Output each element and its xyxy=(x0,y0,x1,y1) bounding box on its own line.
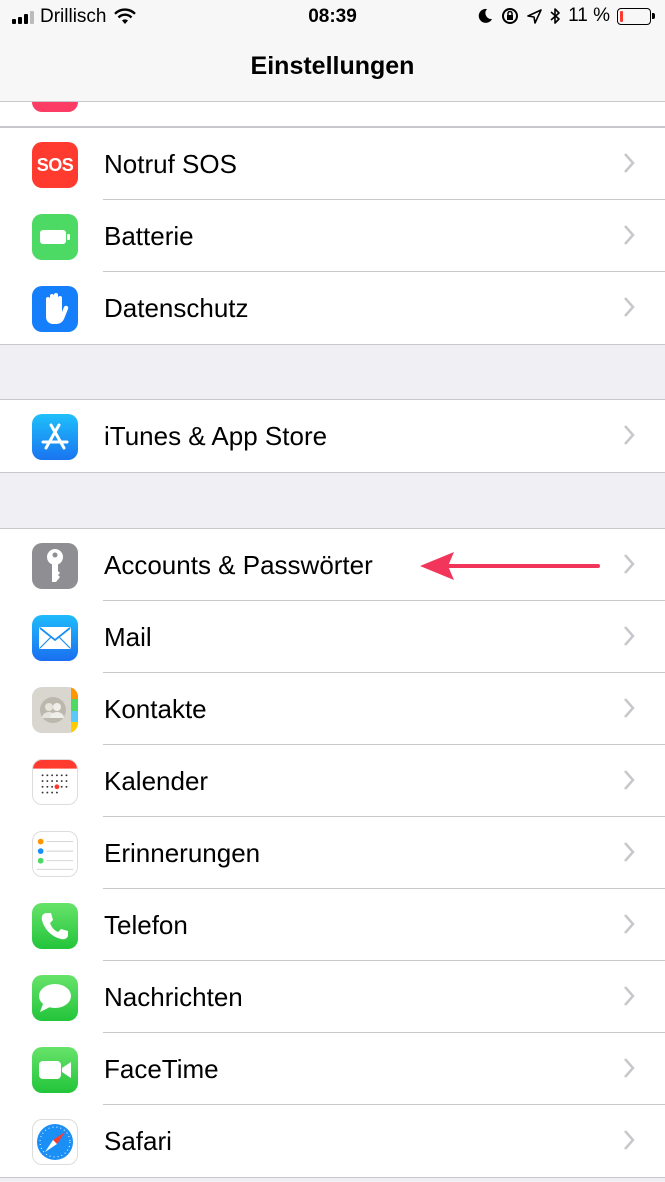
row-label: Mail xyxy=(104,622,152,652)
settings-row-facetime[interactable]: FaceTime xyxy=(0,1033,665,1105)
messages-icon xyxy=(32,975,78,1021)
row-label: Telefon xyxy=(104,910,188,940)
moon-icon xyxy=(478,8,493,23)
settings-row-datenschutz[interactable]: Datenschutz xyxy=(0,272,665,344)
row-label: Accounts & Passwörter xyxy=(104,550,373,580)
safari-icon xyxy=(32,1119,78,1165)
settings-row-kontakte[interactable]: Kontakte xyxy=(0,673,665,745)
settings-row-itunes-app-store[interactable]: iTunes & App Store xyxy=(0,400,665,472)
bluetooth-icon xyxy=(550,8,560,24)
status-bar: Drillisch 08:39 11 % xyxy=(0,0,665,34)
navigation-bar: Einstellungen xyxy=(0,34,665,102)
settings-group-system: SOS Notruf SOS Batterie Datenschutz xyxy=(0,127,665,345)
row-label: Datenschutz xyxy=(104,293,249,323)
row-label: Safari xyxy=(104,1126,172,1156)
settings-row-telefon[interactable]: Telefon xyxy=(0,889,665,961)
row-label: Nachrichten xyxy=(104,982,243,1012)
phone-icon xyxy=(32,903,78,949)
chevron-right-icon xyxy=(624,297,635,317)
chevron-right-icon xyxy=(624,153,635,173)
reminders-icon xyxy=(32,831,78,877)
rotation-lock-icon xyxy=(502,8,519,24)
settings-group-store: iTunes & App Store xyxy=(0,399,665,473)
key-icon xyxy=(32,543,78,589)
battery-icon xyxy=(32,214,78,260)
row-label: FaceTime xyxy=(104,1054,219,1084)
chevron-right-icon xyxy=(624,770,635,790)
row-label: Notruf SOS xyxy=(104,149,237,179)
sos-icon: SOS xyxy=(32,142,78,188)
chevron-right-icon xyxy=(624,554,635,574)
app-store-icon xyxy=(32,414,78,460)
settings-row-erinnerungen[interactable]: Erinnerungen xyxy=(0,817,665,889)
settings-row-batterie[interactable]: Batterie xyxy=(0,200,665,272)
chevron-right-icon xyxy=(624,1130,635,1150)
settings-row-accounts-passwoerter[interactable]: Accounts & Passwörter xyxy=(0,529,665,601)
location-icon xyxy=(527,8,542,24)
annotation-arrow-icon xyxy=(420,552,600,580)
chevron-right-icon xyxy=(624,698,635,718)
mail-icon xyxy=(32,615,78,661)
settings-row-mail[interactable]: Mail xyxy=(0,601,665,673)
row-label: Kontakte xyxy=(104,694,207,724)
contacts-icon xyxy=(32,687,78,733)
settings-row-notruf-sos[interactable]: SOS Notruf SOS xyxy=(0,128,665,200)
settings-group-apps: Accounts & Passwörter Mail Kontakte Kale… xyxy=(0,528,665,1178)
row-label: Batterie xyxy=(104,221,194,251)
app-icon-partial xyxy=(32,102,78,112)
chevron-right-icon xyxy=(624,986,635,1006)
battery-level-icon xyxy=(617,7,655,25)
settings-row-safari[interactable]: Safari xyxy=(0,1105,665,1177)
settings-row-kalender[interactable]: Kalender xyxy=(0,745,665,817)
facetime-icon xyxy=(32,1047,78,1093)
chevron-right-icon xyxy=(624,425,635,445)
chevron-right-icon xyxy=(624,842,635,862)
list-item-partial xyxy=(0,102,665,127)
chevron-right-icon xyxy=(624,914,635,934)
page-title: Einstellungen xyxy=(250,52,415,80)
settings-row-nachrichten[interactable]: Nachrichten xyxy=(0,961,665,1033)
calendar-icon xyxy=(32,759,78,805)
battery-percentage: 11 % xyxy=(568,5,610,26)
chevron-right-icon xyxy=(624,626,635,646)
chevron-right-icon xyxy=(624,1058,635,1078)
row-label: Kalender xyxy=(104,766,209,796)
row-label: Erinnerungen xyxy=(104,838,261,868)
chevron-right-icon xyxy=(624,225,635,245)
row-label: iTunes & App Store xyxy=(104,421,328,451)
hand-icon xyxy=(32,286,78,332)
